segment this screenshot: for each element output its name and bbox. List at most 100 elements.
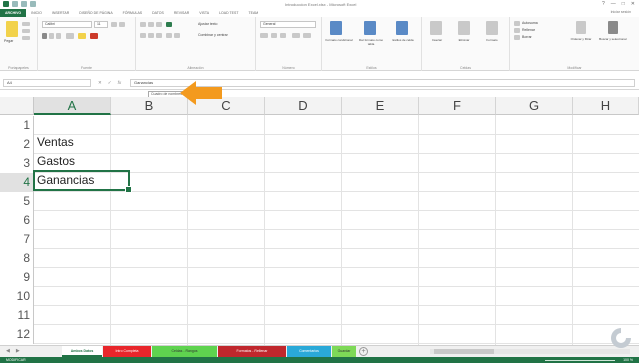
paste-icon[interactable] [6, 21, 18, 37]
comma-style-icon[interactable] [280, 33, 286, 38]
name-box[interactable]: A4 [3, 79, 91, 87]
column-header-g[interactable]: G [496, 97, 573, 115]
align-middle-icon[interactable] [148, 22, 154, 27]
cancel-icon[interactable]: ✕ [98, 80, 102, 86]
align-left-icon[interactable] [140, 33, 146, 38]
row-header-8[interactable]: 8 [0, 249, 34, 268]
row-header-11[interactable]: 11 [0, 306, 34, 325]
align-right-icon[interactable] [156, 33, 162, 38]
sign-in-link[interactable]: Iniciar sesión [611, 10, 631, 14]
wrap-text-button[interactable]: Ajustar texto [198, 22, 217, 26]
percent-icon[interactable] [271, 33, 277, 38]
row-header-10[interactable]: 10 [0, 287, 34, 306]
fill-button[interactable]: Rellenar [522, 28, 535, 32]
tab-archivo[interactable]: ARCHIVO [0, 9, 27, 17]
add-sheet-icon[interactable]: + [359, 347, 368, 356]
sheet-tab-comentarios[interactable]: Comentarios [287, 346, 331, 357]
currency-icon[interactable] [260, 33, 268, 38]
enter-icon[interactable]: ✓ [108, 80, 112, 86]
shrink-font-icon[interactable] [119, 22, 125, 27]
scrollbar-thumb[interactable] [434, 349, 494, 354]
autosum-icon[interactable] [514, 21, 520, 26]
format-label[interactable]: Formato [481, 38, 503, 42]
row-header-6[interactable]: 6 [0, 211, 34, 230]
column-header-h[interactable]: H [573, 97, 639, 115]
align-bottom-icon[interactable] [156, 22, 162, 27]
sort-filter-label[interactable]: Ordenar y filtrar [568, 37, 594, 41]
borders-icon[interactable] [66, 33, 74, 39]
clear-button[interactable]: Borrar [522, 35, 532, 39]
row-header-9[interactable]: 9 [0, 268, 34, 287]
row-header-7[interactable]: 7 [0, 230, 34, 249]
font-size-select[interactable]: 11 [94, 21, 108, 28]
increase-indent-icon[interactable] [174, 33, 180, 38]
redo-icon[interactable] [30, 1, 36, 7]
cut-icon[interactable] [22, 22, 30, 26]
column-header-e[interactable]: E [342, 97, 419, 115]
font-name-select[interactable]: Calibri [42, 21, 92, 28]
align-top-icon[interactable] [140, 22, 146, 27]
save-icon[interactable] [12, 1, 18, 7]
tab-revisar[interactable]: REVISAR [169, 9, 194, 17]
decrease-indent-icon[interactable] [166, 33, 172, 38]
tab-inicio[interactable]: INICIO [26, 9, 47, 17]
row-header-12[interactable]: 12 [0, 325, 34, 344]
underline-icon[interactable] [56, 33, 61, 39]
grow-font-icon[interactable] [111, 22, 117, 27]
tab-formulas[interactable]: FÓRMULAS [118, 9, 147, 17]
conditional-format-icon[interactable] [330, 21, 342, 35]
cell-A2[interactable]: Ventas [37, 135, 74, 149]
merge-center-button[interactable]: Combinar y centrar [198, 33, 228, 37]
column-header-d[interactable]: D [265, 97, 342, 115]
format-table-label[interactable]: Dar formato como tabla [356, 38, 386, 46]
fill-color-icon[interactable] [78, 33, 86, 39]
sheet-tab-celdas-rangos[interactable]: Celdas - Rangos [152, 346, 217, 357]
row-header-2[interactable]: 2 [0, 135, 34, 154]
select-all-corner[interactable] [0, 97, 34, 115]
delete-label[interactable]: Eliminar [453, 38, 475, 42]
minimize-icon[interactable]: — [611, 1, 616, 7]
orientation-icon[interactable] [166, 22, 172, 27]
bold-icon[interactable] [42, 33, 47, 39]
maximize-icon[interactable]: □ [622, 1, 625, 7]
worksheet-grid[interactable]: ABCDEFGH 1 2 3 4 5 6 7 8 9 10 11 12 Ventas Gastos G… [0, 97, 639, 345]
number-format-select[interactable]: General [260, 21, 316, 28]
active-cell-selection[interactable] [33, 170, 132, 193]
close-icon[interactable]: ✕ [631, 1, 635, 7]
tab-team[interactable]: TEAM [243, 9, 263, 17]
row-header-1[interactable]: 1 [0, 116, 34, 135]
copy-icon[interactable] [22, 29, 30, 33]
decrease-decimal-icon[interactable] [303, 33, 311, 38]
autosum-button[interactable]: Autosuma [522, 21, 538, 25]
insert-function-icon[interactable]: fx [118, 80, 122, 86]
zoom-level[interactable]: 100 % [623, 357, 633, 363]
sheet-tab-guardar[interactable]: Guardar [332, 346, 356, 357]
format-cells-icon[interactable] [486, 21, 498, 35]
align-center-icon[interactable] [148, 33, 154, 38]
tab-load-test[interactable]: LOAD TEST [214, 9, 243, 17]
next-sheet-icon[interactable]: ▶ [16, 348, 20, 354]
insert-cells-icon[interactable] [430, 21, 442, 35]
fill-icon[interactable] [514, 28, 520, 33]
format-painter-icon[interactable] [22, 36, 30, 40]
font-color-icon[interactable] [90, 33, 98, 39]
format-table-icon[interactable] [364, 21, 376, 35]
sheet-tab-intro-completa[interactable]: Intro Completa [103, 346, 151, 357]
row-header-5[interactable]: 5 [0, 192, 34, 211]
delete-cells-icon[interactable] [458, 21, 470, 35]
increase-decimal-icon[interactable] [292, 33, 300, 38]
prev-sheet-icon[interactable]: ◀ [6, 348, 10, 354]
zoom-slider[interactable] [545, 359, 615, 361]
italic-icon[interactable] [49, 33, 54, 39]
sheet-tab-formatos-rellenar[interactable]: Formatos - Rellenar [218, 346, 286, 357]
tab-diseno-pagina[interactable]: DISEÑO DE PÁGINA [74, 9, 117, 17]
cell-A3[interactable]: Gastos [37, 154, 75, 168]
tab-insertar[interactable]: INSERTAR [47, 9, 74, 17]
clear-icon[interactable] [514, 35, 520, 40]
help-icon[interactable]: ? [602, 1, 605, 7]
column-header-f[interactable]: F [419, 97, 496, 115]
column-header-b[interactable]: B [111, 97, 188, 115]
tab-datos[interactable]: DATOS [147, 9, 169, 17]
conditional-format-label[interactable]: Formato condicional [324, 38, 354, 42]
column-header-a[interactable]: A [34, 97, 111, 115]
